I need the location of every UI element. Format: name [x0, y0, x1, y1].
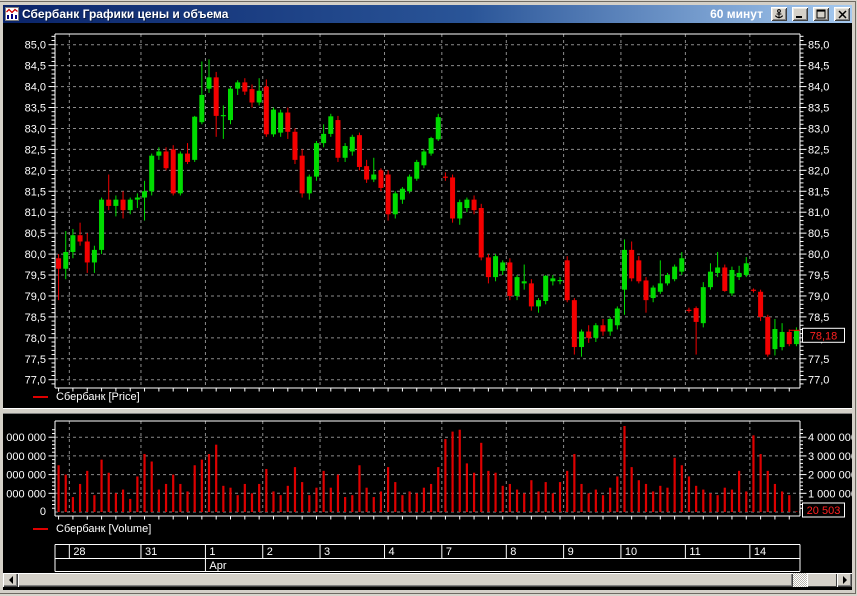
svg-text:78,18: 78,18: [810, 330, 838, 342]
svg-text:84,5: 84,5: [25, 61, 46, 73]
scrollbar-segment[interactable]: [807, 573, 837, 587]
left-arrow-icon: [8, 576, 13, 584]
svg-text:82,0: 82,0: [808, 165, 829, 177]
chart-window: Сбербанк Графики цены и объема 60 минут: [0, 2, 855, 593]
svg-text:1: 1: [209, 546, 215, 558]
anchor-icon: [774, 8, 784, 18]
minimize-icon: [796, 16, 802, 18]
svg-text:81,0: 81,0: [25, 207, 46, 219]
svg-text:77,0: 77,0: [25, 375, 46, 387]
svg-text:4 000 000: 4 000 000: [808, 432, 852, 444]
svg-text:79,5: 79,5: [25, 270, 46, 282]
svg-text:78,5: 78,5: [808, 312, 829, 324]
anchor-button[interactable]: [771, 7, 787, 21]
current-volume-marker: 20 503: [802, 502, 845, 518]
svg-text:11: 11: [689, 546, 700, 558]
svg-text:84,5: 84,5: [808, 61, 829, 73]
date-grid: [54, 544, 801, 572]
interval-label: 60 минут: [710, 7, 763, 21]
svg-text:80,5: 80,5: [808, 228, 829, 240]
svg-text:83,0: 83,0: [808, 123, 829, 135]
svg-text:84,0: 84,0: [808, 82, 829, 94]
svg-text:000 000: 000 000: [6, 432, 46, 444]
svg-text:82,5: 82,5: [808, 144, 829, 156]
svg-text:000 000: 000 000: [6, 451, 46, 463]
svg-text:77,5: 77,5: [808, 354, 829, 366]
volume-chart[interactable]: 000 000 000 000 000 000 000 000 0 4 000 000 3 …: [3, 415, 852, 527]
svg-text:80,0: 80,0: [25, 249, 46, 261]
svg-text:78,0: 78,0: [25, 333, 46, 345]
svg-text:80,5: 80,5: [25, 228, 46, 240]
close-button[interactable]: [834, 7, 850, 21]
date-axis: 28 31 1 2 3 4 7 8 9 10 11 14 Apr: [54, 544, 801, 572]
minimize-button[interactable]: [792, 7, 808, 21]
svg-text:1 000 000: 1 000 000: [808, 488, 852, 500]
svg-text:81,0: 81,0: [808, 207, 829, 219]
svg-text:10: 10: [625, 546, 637, 558]
right-arrow-icon: [842, 576, 847, 584]
scroll-left-button[interactable]: [3, 573, 18, 587]
svg-text:000 000: 000 000: [6, 488, 46, 500]
panel-splitter[interactable]: [3, 408, 852, 414]
svg-text:20 503: 20 503: [807, 505, 841, 517]
volume-legend-label: Сбербанк [Volume]: [56, 523, 152, 535]
volume-bars-layer: [57, 425, 798, 512]
svg-text:3: 3: [324, 546, 330, 558]
svg-text:2 000 000: 2 000 000: [808, 470, 852, 482]
maximize-button[interactable]: [813, 7, 829, 21]
app-chart-icon: [5, 7, 19, 21]
svg-text:81,5: 81,5: [25, 186, 46, 198]
scrollbar-thumb[interactable]: [18, 573, 793, 587]
svg-text:7: 7: [446, 546, 452, 558]
svg-text:83,5: 83,5: [808, 103, 829, 115]
close-icon: [837, 9, 847, 19]
price-borders: [54, 33, 801, 389]
svg-text:82,0: 82,0: [25, 165, 46, 177]
maximize-icon: [816, 9, 826, 19]
chart-content: 85,0 85,0 84,5 84,5 84,0 84,0 83,5 83,5 83,0 83,0…: [3, 23, 852, 587]
svg-text:78,5: 78,5: [25, 312, 46, 324]
svg-text:80,0: 80,0: [808, 249, 829, 261]
svg-text:85,0: 85,0: [25, 40, 46, 52]
svg-text:0: 0: [40, 506, 46, 518]
svg-text:3 000 000: 3 000 000: [808, 451, 852, 463]
svg-text:81,5: 81,5: [808, 186, 829, 198]
svg-text:9: 9: [568, 546, 574, 558]
svg-text:77,0: 77,0: [808, 375, 829, 387]
candles-layer: [56, 59, 799, 357]
svg-text:85,0: 85,0: [808, 40, 829, 52]
price-legend-label: Сбербанк [Price]: [56, 391, 140, 403]
svg-text:8: 8: [510, 546, 516, 558]
svg-text:14: 14: [754, 546, 766, 558]
price-tick-labels: 85,0 85,0 84,5 84,5 84,0 84,0 83,5 83,5 83,0 83,0…: [25, 40, 830, 387]
volume-legend-line: [33, 528, 48, 530]
price-gridlines: [55, 34, 800, 388]
svg-text:2: 2: [267, 546, 273, 558]
svg-text:79,0: 79,0: [25, 291, 46, 303]
svg-text:84,0: 84,0: [25, 82, 46, 94]
horizontal-scrollbar[interactable]: [3, 573, 852, 587]
svg-text:83,5: 83,5: [25, 103, 46, 115]
svg-text:79,0: 79,0: [808, 291, 829, 303]
scroll-right-button[interactable]: [837, 573, 852, 587]
svg-text:28: 28: [73, 546, 85, 558]
price-legend: Сбербанк [Price]: [33, 391, 140, 403]
svg-text:Apr: Apr: [209, 560, 226, 572]
svg-text:79,5: 79,5: [808, 270, 829, 282]
price-chart[interactable]: 85,0 85,0 84,5 84,5 84,0 84,0 83,5 83,5 83,0 83,0…: [3, 23, 852, 408]
svg-text:83,0: 83,0: [25, 123, 46, 135]
svg-text:77,5: 77,5: [25, 354, 46, 366]
price-legend-line: [33, 396, 48, 398]
window-title: Сбербанк Графики цены и объема: [22, 7, 229, 21]
svg-text:000 000: 000 000: [6, 470, 46, 482]
scrollbar-track[interactable]: [793, 573, 807, 587]
svg-text:82,5: 82,5: [25, 144, 46, 156]
svg-text:31: 31: [145, 546, 157, 558]
title-bar[interactable]: Сбербанк Графики цены и объема 60 минут: [3, 5, 852, 23]
volume-legend: Сбербанк [Volume]: [33, 523, 151, 535]
svg-text:4: 4: [389, 546, 395, 558]
